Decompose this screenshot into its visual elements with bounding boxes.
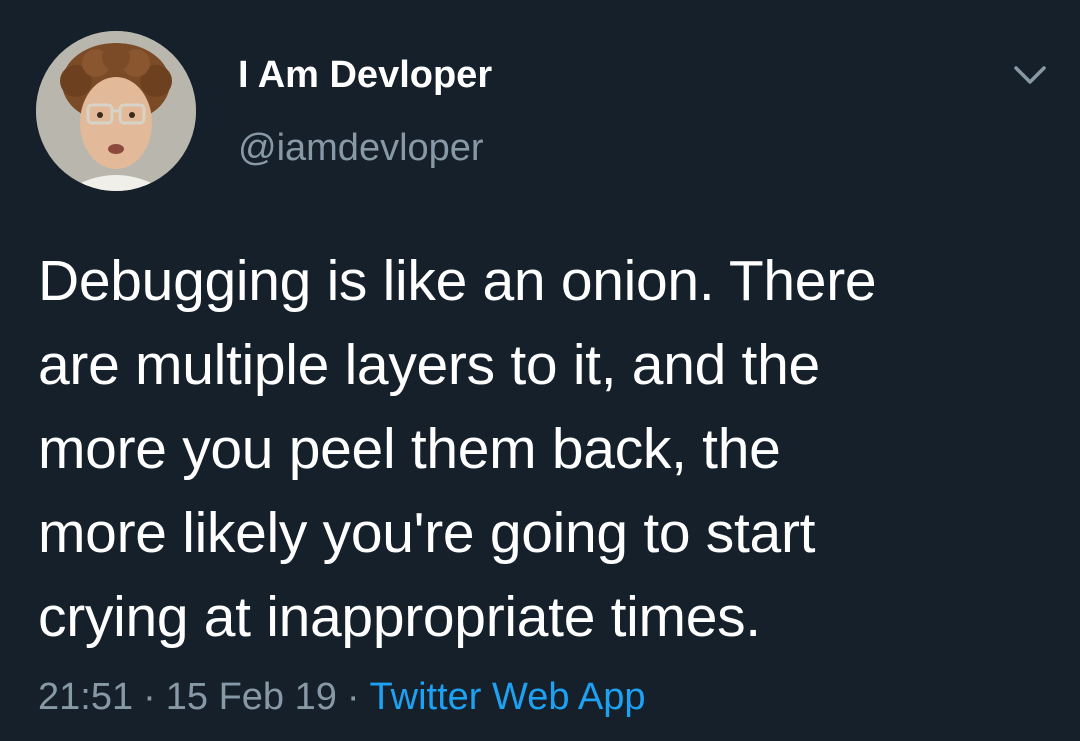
tweet-text: Debugging is like an onion. There are mu… [38,249,877,649]
chevron-down-icon[interactable] [1010,58,1050,92]
meta-separator: · [346,676,360,718]
tweet-date[interactable]: 15 Feb 19 [166,676,337,718]
author-avatar[interactable] [36,31,196,191]
tweet-meta: 21:51 · 15 Feb 19 · Twitter Web App [38,672,646,722]
author-handle[interactable]: @iamdevloper [238,125,484,171]
tweet-card: I Am Devloper @iamdevloper Debugging is … [0,0,1080,741]
tweet-time[interactable]: 21:51 [38,676,133,718]
avatar-image [36,31,196,191]
tweet-source-link[interactable]: Twitter Web App [370,676,646,718]
author-display-name[interactable]: I Am Devloper [238,52,492,98]
meta-separator: · [143,676,156,718]
